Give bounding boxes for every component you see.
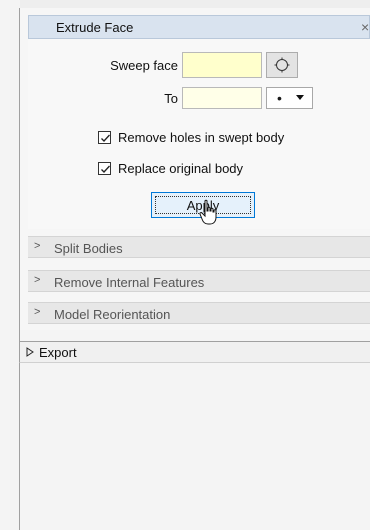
checkmark-icon — [101, 134, 110, 142]
extrude-face-header[interactable]: Extrude Face × — [28, 15, 370, 39]
section-label: Split Bodies — [54, 241, 123, 256]
chevron-right-icon: > — [34, 240, 41, 252]
to-mode-selected: • — [277, 90, 282, 106]
sweep-face-field[interactable] — [182, 52, 262, 78]
to-field[interactable] — [182, 87, 262, 109]
empty-panel-area — [19, 363, 370, 530]
chevron-right-icon: > — [34, 274, 41, 286]
section-label: Model Reorientation — [54, 307, 171, 322]
section-label: Remove Internal Features — [54, 275, 205, 290]
section-model-reorientation[interactable]: > Model Reorientation — [28, 302, 370, 324]
export-section-header[interactable]: Export — [19, 341, 370, 363]
hand-pointer-icon — [199, 199, 217, 225]
tool-panel-root: Extrude Face × Sweep face To • Remove ho… — [0, 0, 370, 530]
sweep-face-label: Sweep face — [110, 58, 178, 73]
section-remove-internal-features[interactable]: > Remove Internal Features — [28, 270, 370, 292]
section-split-bodies[interactable]: > Split Bodies — [28, 236, 370, 258]
chevron-right-icon: > — [34, 306, 41, 318]
remove-holes-label[interactable]: Remove holes in swept body — [118, 130, 284, 145]
replace-original-checkbox[interactable] — [98, 162, 111, 175]
close-icon[interactable]: × — [361, 19, 370, 33]
circle-select-icon — [274, 57, 290, 73]
extrude-face-title: Extrude Face — [56, 20, 134, 35]
panel-gap — [19, 330, 370, 341]
export-label: Export — [39, 345, 77, 360]
to-mode-dropdown[interactable]: • — [266, 87, 313, 109]
triangle-right-icon — [26, 347, 34, 357]
chevron-down-icon — [296, 95, 304, 100]
pick-face-button[interactable] — [266, 52, 298, 78]
remove-holes-checkbox[interactable] — [98, 131, 111, 144]
to-label: To — [164, 91, 178, 106]
replace-original-label[interactable]: Replace original body — [118, 161, 243, 176]
top-strip — [20, 0, 370, 8]
checkmark-icon — [101, 165, 110, 173]
